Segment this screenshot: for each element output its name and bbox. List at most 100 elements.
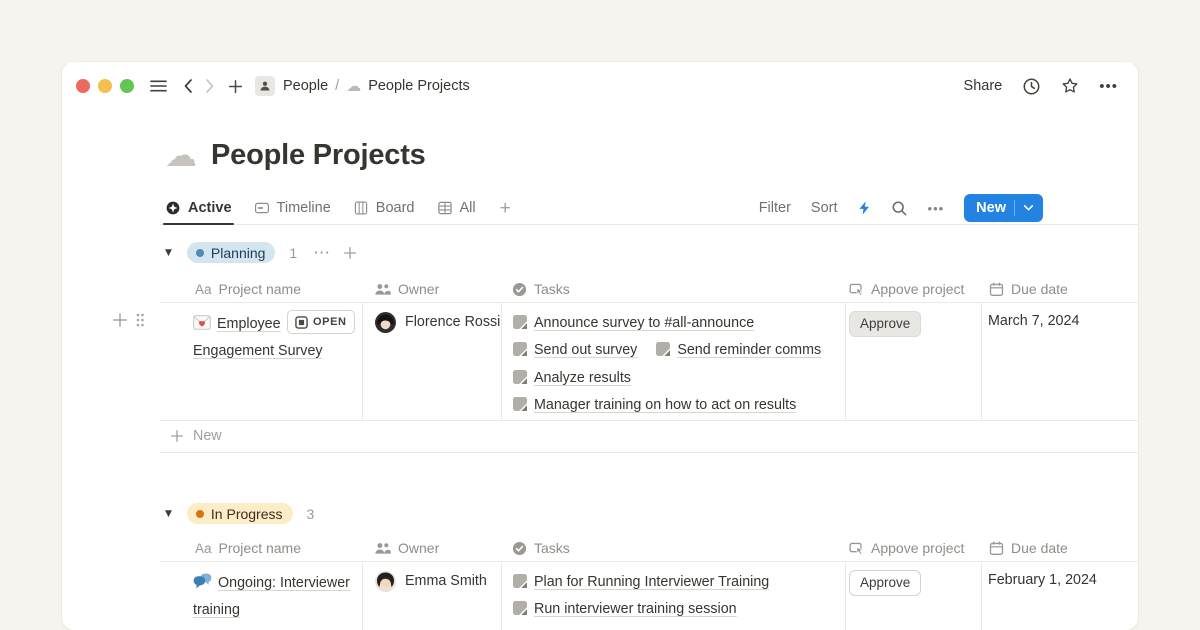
new-page-icon[interactable] — [228, 79, 243, 94]
chevron-down-icon — [1023, 204, 1034, 212]
page-cloud-icon[interactable]: ☁ — [165, 139, 197, 171]
timeline-view-icon — [254, 200, 270, 216]
zoom-window-button[interactable] — [120, 79, 134, 93]
column-header-tasks[interactable]: Tasks — [501, 535, 845, 561]
approve-cell: Approve — [845, 562, 981, 630]
task-link[interactable]: Run interviewer training session — [513, 601, 737, 617]
back-icon[interactable] — [183, 78, 193, 94]
table-planning: Aa Project name Owner Tasks Appove proje… — [160, 276, 1138, 453]
add-row-button[interactable]: New — [160, 421, 1138, 453]
updates-clock-icon[interactable] — [1022, 77, 1041, 96]
topbar-actions: Share ••• — [964, 77, 1118, 96]
close-window-button[interactable] — [76, 79, 90, 93]
owner-cell[interactable]: Florence Rossi — [362, 303, 501, 420]
calendar-icon — [989, 282, 1004, 297]
minimize-window-button[interactable] — [98, 79, 112, 93]
column-header-due-date[interactable]: Due date — [981, 535, 1138, 561]
plus-icon — [170, 429, 184, 443]
due-date-cell[interactable]: February 1, 2024 — [981, 562, 1138, 630]
add-view-icon[interactable]: + — [500, 199, 511, 218]
task-link[interactable]: Send reminder comms — [656, 342, 821, 358]
automation-bolt-icon[interactable] — [858, 200, 871, 216]
page-header: ☁ People Projects — [165, 138, 426, 173]
filter-button[interactable]: Filter — [759, 200, 791, 216]
view-tabs-bar: Active Timeline Board All + Filter Sort — [160, 192, 1138, 225]
task-link[interactable]: Plan for Running Interviewer Training — [513, 574, 769, 590]
column-header-due-date[interactable]: Due date — [981, 276, 1138, 302]
task-link[interactable]: Announce survey to #all-announce — [513, 315, 754, 331]
avatar-florence-rossi — [375, 312, 396, 333]
group-header-planning: ▼ Planning 1 ⋯ — [165, 242, 357, 263]
breadcrumb-parent[interactable]: People — [283, 78, 328, 94]
owner-name: Emma Smith — [405, 571, 487, 589]
view-more-icon[interactable]: ••• — [928, 201, 945, 216]
page-icon — [513, 397, 527, 411]
forward-icon[interactable] — [205, 78, 215, 94]
favorite-star-icon[interactable] — [1061, 77, 1079, 95]
collapse-triangle-icon[interactable]: ▼ — [165, 509, 172, 519]
task-link[interactable]: Analyze results — [513, 370, 631, 386]
desktop-background: People / ☁ People Projects Share ••• ☁ P… — [0, 0, 1200, 630]
column-header-approve-project[interactable]: Appove project — [845, 276, 981, 302]
column-header-tasks[interactable]: Tasks — [501, 276, 845, 302]
page-title[interactable]: People Projects — [211, 138, 426, 173]
column-header-project-name[interactable]: Aa Project name — [160, 276, 362, 302]
sort-button[interactable]: Sort — [811, 200, 838, 216]
search-icon[interactable] — [891, 200, 908, 217]
group-more-icon[interactable]: ⋯ — [313, 244, 330, 261]
table-header-row: Aa Project name Owner Tasks Appove proje… — [160, 535, 1138, 562]
new-button[interactable]: New — [964, 194, 1043, 222]
group-tag-planning[interactable]: Planning — [187, 242, 276, 263]
column-header-owner[interactable]: Owner — [362, 276, 501, 302]
status-dot-blue — [196, 249, 204, 257]
drag-handle-icon[interactable] — [135, 312, 145, 328]
button-property-icon — [849, 541, 864, 556]
owner-cell[interactable]: Emma Smith — [362, 562, 501, 630]
approve-button[interactable]: Approve — [849, 311, 921, 337]
board-view-icon — [353, 200, 369, 216]
cloud-icon: ☁ — [346, 77, 361, 95]
sidebar-menu-icon[interactable] — [150, 79, 167, 93]
insert-row-plus-icon[interactable] — [112, 312, 128, 328]
open-page-button[interactable]: OPEN — [287, 310, 355, 334]
owner-name: Florence Rossi — [405, 312, 500, 330]
breadcrumb-current[interactable]: People Projects — [368, 78, 470, 94]
calendar-icon — [989, 541, 1004, 556]
page-icon — [513, 342, 527, 356]
check-circle-icon — [512, 541, 527, 556]
notion-window: People / ☁ People Projects Share ••• ☁ P… — [62, 62, 1138, 630]
approve-cell: Approve — [845, 303, 981, 420]
view-controls: Filter Sort ••• New — [759, 194, 1043, 222]
group-tag-in-progress[interactable]: In Progress — [187, 503, 293, 524]
check-circle-icon — [512, 282, 527, 297]
column-header-project-name[interactable]: Aa Project name — [160, 535, 362, 561]
task-link[interactable]: Manager training on how to act on result… — [513, 397, 796, 413]
table-view-icon — [437, 200, 453, 216]
people-database-icon[interactable] — [255, 76, 275, 96]
breadcrumb-separator: / — [335, 78, 339, 94]
more-options-icon[interactable]: ••• — [1099, 78, 1118, 95]
table-header-row: Aa Project name Owner Tasks Appove proje… — [160, 276, 1138, 303]
group-count: 1 — [289, 245, 297, 261]
page-icon — [513, 315, 527, 329]
due-date-cell[interactable]: March 7, 2024 — [981, 303, 1138, 420]
tab-active[interactable]: Active — [165, 192, 232, 224]
project-title-link[interactable]: Ongoing: Interviewer training — [193, 575, 350, 618]
tasks-cell: Plan for Running Interviewer Training Ru… — [501, 562, 845, 630]
table-in-progress: Aa Project name Owner Tasks Appove proje… — [160, 535, 1138, 630]
tab-all[interactable]: All — [437, 192, 476, 224]
approve-button[interactable]: Approve — [849, 570, 921, 596]
tab-timeline[interactable]: Timeline — [254, 192, 331, 224]
status-dot-orange — [196, 510, 204, 518]
table-row: Employee Engagement Survey OPEN Florence… — [160, 303, 1138, 421]
tab-board[interactable]: Board — [353, 192, 415, 224]
column-header-approve-project[interactable]: Appove project — [845, 535, 981, 561]
task-link[interactable]: Send out survey — [513, 342, 637, 358]
group-add-icon[interactable] — [343, 246, 357, 260]
collapse-triangle-icon[interactable]: ▼ — [165, 248, 172, 258]
project-cell: Employee Engagement Survey OPEN — [160, 303, 362, 420]
share-button[interactable]: Share — [964, 78, 1003, 94]
text-property-icon: Aa — [195, 282, 212, 297]
page-icon — [656, 342, 670, 356]
column-header-owner[interactable]: Owner — [362, 535, 501, 561]
